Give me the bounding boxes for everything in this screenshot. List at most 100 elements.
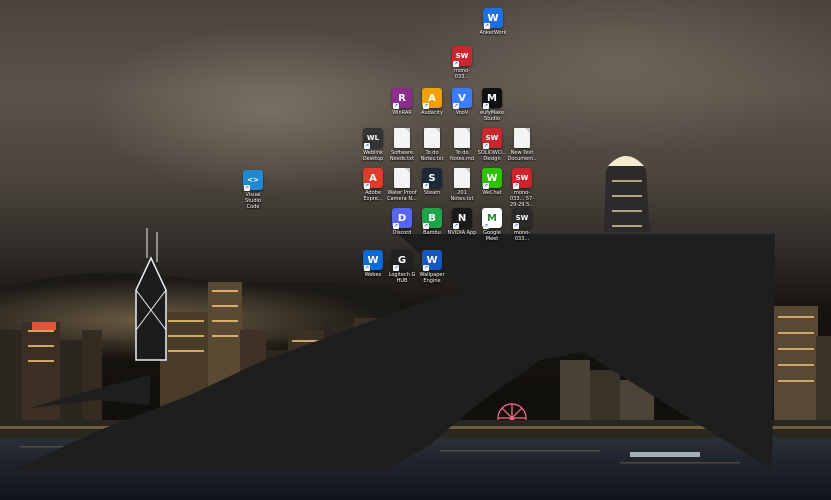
desktop-icon-new-text[interactable]: New Text Document...	[507, 128, 537, 168]
shortcut-arrow-icon: ↗	[423, 103, 429, 109]
eufymake-icon: M ↗	[482, 88, 502, 109]
nvidia-icon: N ↗	[452, 208, 472, 229]
desktop-icon-label: Weblink Desktop	[362, 150, 384, 162]
wechat-icon: W ↗	[482, 168, 502, 189]
shortcut-arrow-icon: ↗	[483, 183, 489, 189]
solidworks-icon: SW ↗	[452, 46, 472, 67]
desktop-icon-audacity[interactable]: A ↗ Audacity	[417, 88, 447, 116]
desktop-icon-label: eufyMake Studio	[479, 110, 505, 122]
shortcut-arrow-icon: ↗	[364, 265, 370, 271]
desktop-icon-label: Discord	[392, 230, 412, 236]
desktop-icon-nvidia[interactable]: N ↗ NVIDIA App	[447, 208, 477, 236]
shortcut-arrow-icon: ↗	[364, 183, 370, 189]
desktop-icon-label: mono-033...	[453, 68, 471, 80]
desktop-icon-notes201[interactable]: 201 Notes.txt	[447, 168, 477, 202]
shortcut-arrow-icon: ↗	[453, 223, 459, 229]
audacity-icon: A ↗	[422, 88, 442, 109]
steam-icon: S ↗	[422, 168, 442, 189]
bambu-icon: B ↗	[422, 208, 442, 229]
logitech-icon: G ↗	[392, 250, 412, 271]
text-file-icon	[514, 128, 530, 148]
desktop-icon-solidworks[interactable]: SW ↗ SOLIDWO... Design	[477, 128, 507, 162]
desktop-icon-eufymake[interactable]: M ↗ eufyMake Studio	[477, 88, 507, 122]
voov-icon: V ↗	[452, 88, 472, 109]
desktop-icon-label: Wallpaper Engine	[419, 272, 445, 284]
shortcut-arrow-icon: ↗	[393, 265, 399, 271]
shortcut-arrow-icon: ↗	[513, 183, 519, 189]
solidworks-icon: SW ↗	[512, 168, 532, 189]
desktop-icon-webex[interactable]: W ↗ Webex	[358, 250, 388, 278]
solidworks-icon: SW ↗	[512, 208, 532, 229]
weblink-icon: WL ↗	[363, 128, 383, 149]
desktop-icon-label: WeChat	[482, 190, 502, 196]
shortcut-arrow-icon: ↗	[513, 223, 519, 229]
shortcut-arrow-icon: ↗	[483, 223, 489, 229]
desktop-icon-label: Bambu	[423, 230, 441, 236]
desktop-icon-steam[interactable]: S ↗ Steam	[417, 168, 447, 196]
desktop-icon-weblink[interactable]: WL ↗ Weblink Desktop	[358, 128, 388, 162]
desktop-icon-waterproof[interactable]: Water Proof Camera N...	[387, 168, 417, 202]
desktop-icon-label: NVIDIA App	[447, 230, 477, 236]
desktop-icon-todo-md[interactable]: To do Notes.md	[447, 128, 477, 162]
markdown-file-icon	[454, 128, 470, 148]
desktop[interactable]: W ↗ AnkerWork SW ↗ mono-033... R ↗ WinRAR A ↗ Audac…	[0, 0, 831, 500]
solidworks-icon: SW ↗	[482, 128, 502, 149]
discord-icon: D ↗	[392, 208, 412, 229]
desktop-icon-mono-3[interactable]: SW ↗ mono-033...	[507, 208, 537, 242]
desktop-icon-discord[interactable]: D ↗ Discord	[387, 208, 417, 236]
desktop-icon-label: Google Meet	[483, 230, 501, 242]
desktop-icon-mono-1[interactable]: SW ↗ mono-033...	[447, 46, 477, 80]
text-file-icon	[394, 168, 410, 188]
desktop-icon-label: SOLIDWO... Design	[477, 150, 507, 162]
desktop-icon-voov[interactable]: V ↗ VooV	[447, 88, 477, 116]
desktop-icon-label: Water Proof Camera N...	[387, 190, 417, 202]
desktop-icon-bambu[interactable]: B ↗ Bambu	[417, 208, 447, 236]
desktop-icon-label: AnkerWork	[479, 30, 507, 36]
desktop-icon-label: Software Needs.txt	[389, 150, 415, 162]
desktop-icon-winrar[interactable]: R ↗ WinRAR	[387, 88, 417, 116]
shortcut-arrow-icon: ↗	[423, 183, 429, 189]
desktop-icon-label: VooV	[455, 110, 469, 116]
winrar-icon: R ↗	[392, 88, 412, 109]
desktop-icon-googlemeet[interactable]: M ↗ Google Meet	[477, 208, 507, 242]
desktop-icon-label: Audacity	[421, 110, 443, 116]
shortcut-arrow-icon: ↗	[453, 103, 459, 109]
desktop-icon-label: Webex	[364, 272, 382, 278]
desktop-icon-label: To do Notes.txt	[420, 150, 444, 162]
google-meet-icon: M ↗	[482, 208, 502, 229]
desktop-icon-label: To do Notes.md	[449, 150, 475, 162]
webex-icon: W ↗	[363, 250, 383, 271]
shortcut-arrow-icon: ↗	[484, 23, 490, 29]
shortcut-arrow-icon: ↗	[483, 103, 489, 109]
desktop-icon-antiwork[interactable]: W ↗ AnkerWork	[478, 8, 508, 36]
adobe-express-icon: A ↗	[363, 168, 383, 189]
desktop-icon-wallpaper[interactable]: W ↗ Wallpaper Engine	[417, 250, 447, 284]
desktop-icon-label: New Text Document...	[507, 150, 537, 168]
desktop-icon-mono-2[interactable]: SW ↗ mono-033... 57-29-29.5...	[507, 168, 537, 208]
shortcut-arrow-icon: ↗	[393, 223, 399, 229]
desktop-icon-logitech[interactable]: G ↗ Logitech G HUB	[387, 250, 417, 284]
desktop-icon-label: 201 Notes.txt	[450, 190, 474, 202]
text-file-icon	[454, 168, 470, 188]
desktop-icon-label: mono-033... 57-29-29.5...	[509, 190, 535, 208]
wallpaper-engine-icon: W ↗	[422, 250, 442, 271]
shortcut-arrow-icon: ↗	[483, 143, 489, 149]
desktop-icon-label: WinRAR	[392, 110, 412, 116]
desktop-icon-label: Steam	[423, 190, 441, 196]
desktop-icon-adobe[interactable]: A ↗ Adobe Expre...	[358, 168, 388, 202]
desktop-icon-label: Visual Studio Code	[245, 192, 261, 210]
shortcut-arrow-icon: ↗	[364, 143, 370, 149]
desktop-icon-software-needs[interactable]: Software Needs.txt	[387, 128, 417, 162]
shortcut-arrow-icon: ↗	[393, 103, 399, 109]
desktop-icon-vscode[interactable]: <> ↗ Visual Studio Code	[238, 170, 268, 210]
desktop-icon-label: Logitech G HUB	[388, 272, 416, 284]
text-file-icon	[424, 128, 440, 148]
shortcut-arrow-icon: ↗	[423, 223, 429, 229]
shortcut-arrow-icon: ↗	[423, 265, 429, 271]
shortcut-arrow-icon: ↗	[453, 61, 459, 67]
vscode-icon: <> ↗	[243, 170, 263, 191]
text-file-icon	[394, 128, 410, 148]
desktop-icon-wechat[interactable]: W ↗ WeChat	[477, 168, 507, 196]
desktop-icon-todo-txt[interactable]: To do Notes.txt	[417, 128, 447, 162]
antiwork-icon: W ↗	[483, 8, 503, 29]
